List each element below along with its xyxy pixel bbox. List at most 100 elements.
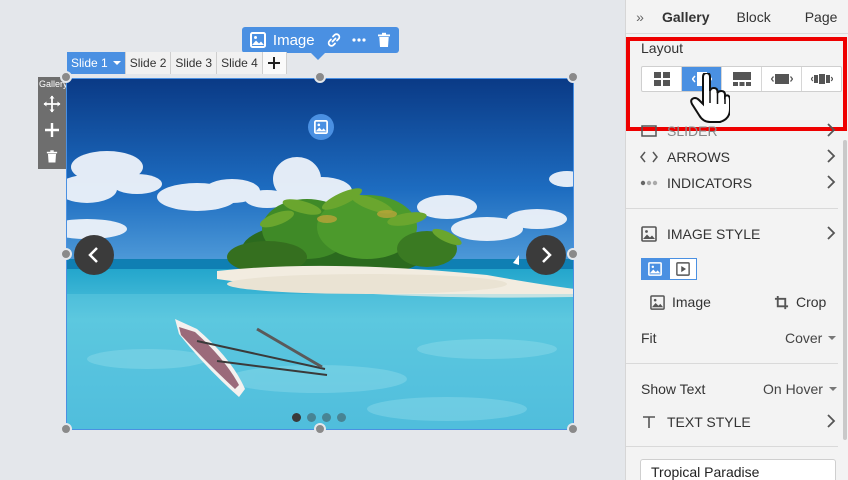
image-settings-badge[interactable] [308, 114, 334, 140]
carousel-layout-icon [770, 74, 793, 84]
fit-label: Fit [641, 330, 657, 346]
tab-slide-2[interactable]: Slide 2 [125, 52, 172, 74]
tab-slide-1[interactable]: Slide 1 [67, 52, 126, 74]
next-slide-button[interactable] [526, 235, 566, 275]
style-image-button[interactable] [641, 258, 669, 280]
tab-gallery[interactable]: Gallery [662, 9, 709, 25]
plus-icon [268, 57, 281, 69]
tiles-layout-icon [732, 72, 751, 86]
divider [626, 446, 838, 447]
delete-block-button[interactable] [38, 143, 66, 169]
chevron-right-icon [826, 225, 836, 244]
resize-handle-bottom[interactable] [314, 423, 326, 435]
toolbar-title: Image [272, 31, 315, 49]
section-image-style[interactable]: IMAGE STYLE [640, 224, 836, 244]
collapse-panel-icon[interactable]: » [626, 9, 654, 25]
chevron-right-icon [826, 174, 836, 193]
more-icon[interactable] [349, 30, 368, 50]
style-video-button[interactable] [669, 258, 697, 280]
gallery-block-toolbar: Gallery [38, 77, 66, 169]
layout-option-grid[interactable] [642, 67, 682, 91]
add-slide-button[interactable] [262, 52, 287, 74]
move-button[interactable] [38, 91, 66, 117]
section-text-style[interactable]: TEXT STYLE [640, 412, 836, 432]
tab-slide-4[interactable]: Slide 4 [217, 52, 263, 74]
layout-option-carousel[interactable] [762, 67, 802, 91]
image-icon [640, 226, 658, 242]
trash-icon[interactable] [374, 30, 393, 50]
chevron-right-icon [826, 148, 836, 167]
fit-dropdown[interactable]: Cover [785, 330, 837, 346]
resize-handle-top-left[interactable] [60, 71, 72, 83]
image-style-toggle [641, 258, 697, 280]
trash-icon [46, 149, 58, 162]
add-icon [45, 123, 59, 137]
section-arrows-label: ARROWS [667, 149, 730, 165]
layout-section: Layout [626, 35, 848, 105]
chevron-down-icon [828, 336, 837, 340]
slide-title-input[interactable]: Tropical Paradise [640, 459, 836, 480]
settings-panel: » Gallery Block Page Layout SLIDER ARROW… [625, 0, 848, 480]
layout-options [641, 66, 842, 92]
tab-slide-3[interactable]: Slide 3 [171, 52, 218, 74]
resize-handle-top[interactable] [314, 71, 326, 83]
slide-indicators [292, 413, 346, 422]
show-text-dropdown[interactable]: On Hover [763, 381, 837, 397]
image-option[interactable]: Image [650, 294, 711, 310]
crop-option[interactable]: Crop [774, 294, 826, 310]
indicator-dot[interactable] [307, 413, 316, 422]
slider-icon [640, 125, 658, 137]
add-button[interactable] [38, 117, 66, 143]
image-icon [250, 31, 267, 49]
chevron-left-icon [88, 247, 98, 263]
image-option-label: Image [672, 294, 711, 310]
panel-tabs: » Gallery Block Page [626, 0, 848, 34]
section-slider[interactable]: SLIDER [640, 121, 836, 141]
indicator-dot[interactable] [322, 413, 331, 422]
show-text-label: Show Text [641, 381, 706, 397]
fit-value: Cover [785, 330, 823, 346]
layout-label: Layout [641, 40, 684, 56]
tab-page[interactable]: Page [805, 9, 838, 25]
section-image-style-label: IMAGE STYLE [667, 226, 761, 242]
resize-handle-right[interactable] [567, 248, 579, 260]
resize-handle-top-right[interactable] [567, 71, 579, 83]
image-icon [650, 294, 665, 310]
crop-icon [774, 295, 789, 309]
chevron-down-icon [112, 61, 121, 65]
chevron-right-icon [826, 122, 836, 141]
crop-option-label: Crop [796, 294, 827, 310]
show-text-value: On Hover [763, 381, 823, 397]
section-arrows[interactable]: ARROWS [640, 147, 836, 167]
resize-handle-left[interactable] [60, 248, 72, 260]
resize-handle-bottom-left[interactable] [60, 423, 72, 435]
layout-option-filmstrip[interactable] [802, 67, 841, 91]
indicator-dot[interactable] [292, 413, 301, 422]
image-icon [314, 120, 328, 134]
slide-tabs: Slide 1 Slide 2 Slide 3 Slide 4 [67, 52, 287, 74]
section-indicators-label: INDICATORS [667, 175, 753, 191]
indicator-dot[interactable] [337, 413, 346, 422]
link-icon[interactable] [325, 30, 344, 50]
indicators-icon [640, 180, 658, 186]
hand-pointer-cursor [690, 71, 731, 123]
section-indicators[interactable]: INDICATORS [640, 173, 836, 193]
previous-slide-button[interactable] [74, 235, 114, 275]
tab-slide-1-label: Slide 1 [71, 56, 108, 70]
grid-layout-icon [653, 72, 670, 86]
resize-handle-bottom-right[interactable] [567, 423, 579, 435]
panel-scrollbar[interactable] [843, 140, 847, 440]
section-text-style-label: TEXT STYLE [667, 414, 751, 430]
editor-canvas: Image Slide 1 Slide 2 Slide 3 Slide 4 Ga… [0, 0, 625, 480]
divider [626, 208, 838, 209]
chevron-right-icon [542, 247, 552, 263]
video-icon [676, 262, 690, 276]
chevron-right-icon [826, 413, 836, 432]
chevron-down-icon [828, 387, 837, 391]
image-toolbar: Image [242, 27, 399, 53]
filmstrip-layout-icon [810, 74, 833, 84]
image-icon [648, 262, 662, 276]
toolbar-pointer [311, 53, 325, 60]
tab-block[interactable]: Block [736, 9, 770, 25]
arrows-icon [640, 151, 658, 163]
